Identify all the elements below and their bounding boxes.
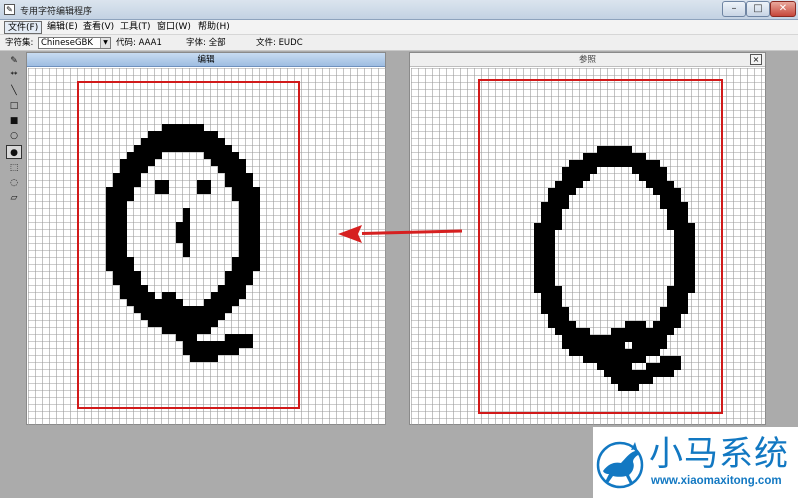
app-icon: ✎ — [4, 4, 15, 15]
maximize-button[interactable]: □ — [746, 1, 770, 17]
menu-file[interactable]: 文件(F) — [4, 21, 43, 34]
title-bar: ✎ 专用字符编辑程序 – □ ✕ — [0, 0, 798, 20]
copy-arrow — [338, 225, 463, 243]
brush-icon[interactable]: ᕯ — [6, 69, 22, 83]
hollow-rectangle-icon[interactable]: □ — [6, 99, 22, 113]
filled-rectangle-icon[interactable]: ■ — [6, 114, 22, 128]
grid-lines — [411, 68, 766, 425]
info-bar: 字符集: ChineseGBK ▼ 代码: AAA1 字体: 全部 文件: EU… — [0, 35, 798, 51]
font-label: 字体: 全部 — [186, 38, 226, 48]
file-label: 文件: EUDC — [256, 38, 303, 48]
menu-edit[interactable]: 编辑(E) — [44, 21, 81, 34]
edit-pixel-grid[interactable] — [28, 68, 386, 425]
eudc-editor-window: ✎ 专用字符编辑程序 – □ ✕ 文件(F) 编辑(E) 查看(V) 工具(T)… — [0, 0, 798, 498]
minimize-button[interactable]: – — [722, 1, 746, 17]
charset-value: ChineseGBK — [41, 38, 93, 48]
charset-select[interactable]: ChineseGBK ▼ — [38, 37, 111, 49]
charset-label: 字符集: — [5, 38, 34, 48]
pencil-icon[interactable]: ✎ — [6, 54, 22, 68]
reference-pixel-grid — [411, 68, 766, 425]
menu-window[interactable]: 窗口(W) — [154, 21, 194, 34]
edit-panel-title: 编辑 — [27, 53, 385, 67]
reference-close-button[interactable]: × — [750, 54, 762, 65]
grid-lines — [28, 68, 386, 425]
filled-ellipse-icon[interactable]: ● — [6, 145, 22, 159]
toolbox: ✎ ᕯ ╲ □ ■ ○ ● ⬚ ◌ ▱ — [4, 52, 24, 206]
menu-bar: 文件(F) 编辑(E) 查看(V) 工具(T) 窗口(W) 帮助(H) — [0, 20, 798, 35]
watermark: 小马系统 www.xiaomaxitong.com — [593, 427, 798, 498]
hollow-ellipse-icon[interactable]: ○ — [6, 129, 22, 143]
close-button[interactable]: ✕ — [770, 1, 796, 17]
edit-grid-canvas[interactable] — [28, 68, 386, 425]
menu-tools[interactable]: 工具(T) — [117, 21, 154, 34]
freeform-select-icon[interactable]: ◌ — [6, 176, 22, 190]
horse-logo-icon — [596, 441, 644, 489]
line-icon[interactable]: ╲ — [6, 84, 22, 98]
eraser-icon[interactable]: ▱ — [6, 191, 22, 205]
watermark-url: www.xiaomaxitong.com — [651, 475, 782, 487]
chevron-down-icon[interactable]: ▼ — [100, 38, 110, 48]
code-label: 代码: AAA1 — [116, 38, 162, 48]
menu-help[interactable]: 帮助(H) — [195, 21, 233, 34]
menu-view[interactable]: 查看(V) — [80, 21, 117, 34]
window-title: 专用字符编辑程序 — [20, 7, 93, 17]
rectangle-select-icon[interactable]: ⬚ — [6, 161, 22, 175]
reference-grid-canvas — [411, 68, 766, 425]
watermark-name: 小马系统 — [649, 434, 789, 474]
reference-panel-title: 参照 — [410, 53, 765, 67]
